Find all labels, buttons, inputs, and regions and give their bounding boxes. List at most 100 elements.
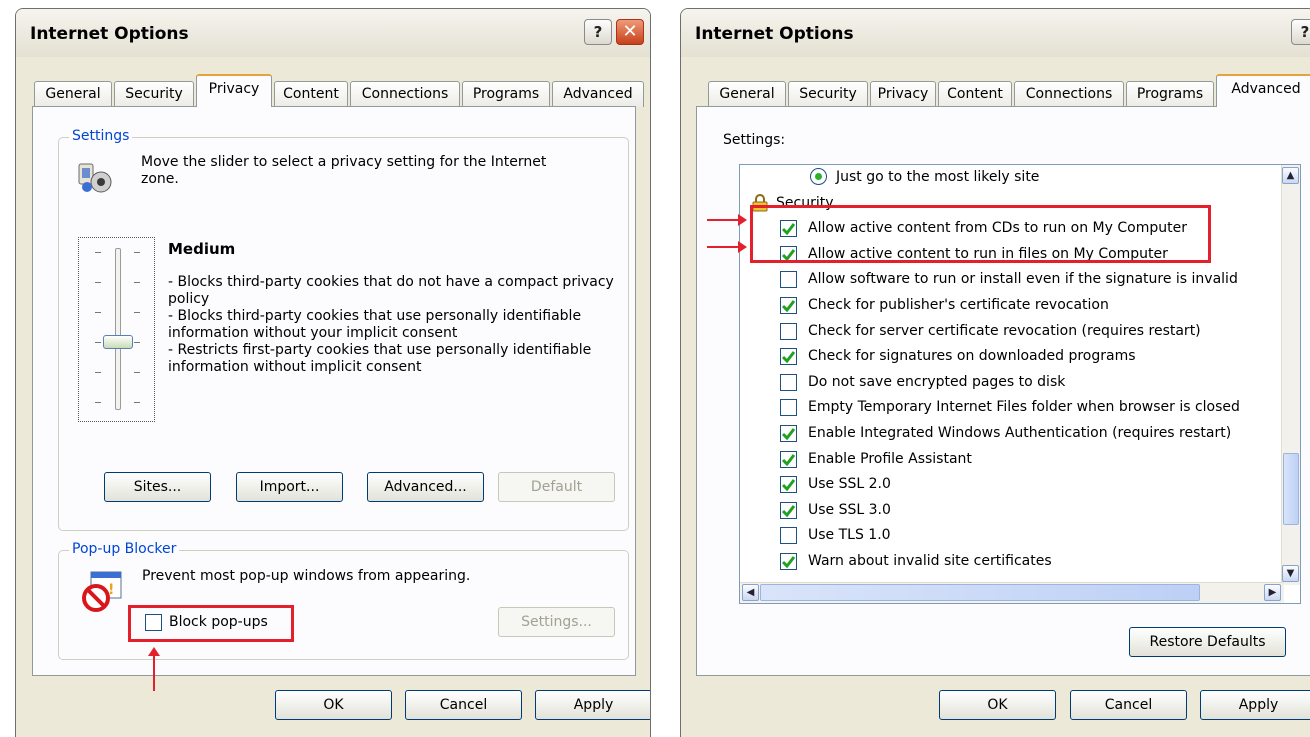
privacy-level-name: Medium bbox=[168, 240, 236, 258]
ok-button[interactable]: OK bbox=[939, 690, 1056, 720]
help-icon: ? bbox=[593, 23, 603, 41]
setting-checkbox[interactable] bbox=[780, 425, 797, 442]
setting-label: Enable Integrated Windows Authentication… bbox=[808, 425, 1232, 441]
scroll-left-icon[interactable]: ◀ bbox=[742, 584, 759, 601]
checkbox-row[interactable]: Enable Profile Assistant bbox=[740, 447, 1268, 472]
import-button[interactable]: Import... bbox=[236, 472, 343, 502]
tab-general[interactable]: General bbox=[34, 81, 112, 107]
setting-checkbox[interactable] bbox=[780, 501, 797, 519]
setting-label: Warn about invalid site certificates bbox=[808, 553, 1052, 569]
sites-button[interactable]: Sites... bbox=[104, 472, 211, 502]
slider-tick bbox=[134, 282, 140, 283]
cancel-button[interactable]: Cancel bbox=[405, 690, 522, 720]
scroll-right-icon[interactable]: ▶ bbox=[1264, 584, 1281, 601]
radio-row[interactable]: Just go to the most likely site bbox=[740, 165, 1268, 190]
highlight-box-active-content bbox=[750, 205, 1211, 263]
restore-defaults-button[interactable]: Restore Defaults bbox=[1129, 627, 1286, 657]
tab-general[interactable]: General bbox=[708, 81, 786, 107]
horizontal-scrollbar[interactable]: ◀ ▶ bbox=[740, 582, 1284, 603]
slider-tick bbox=[95, 282, 101, 283]
popup-settings-button[interactable]: Settings... bbox=[498, 607, 615, 637]
tab-programs[interactable]: Programs bbox=[462, 81, 550, 107]
check-mark-icon bbox=[781, 453, 796, 466]
title-bar: Internet Options ? ✕ bbox=[16, 9, 650, 57]
setting-checkbox[interactable] bbox=[780, 322, 797, 340]
horizontal-scroll-thumb[interactable] bbox=[760, 584, 1200, 601]
tab-programs[interactable]: Programs bbox=[1126, 81, 1214, 107]
tab-content[interactable]: Content bbox=[274, 81, 348, 107]
title-bar: Internet Options ? bbox=[681, 9, 1310, 57]
slider-track bbox=[115, 248, 121, 410]
help-button[interactable]: ? bbox=[584, 19, 612, 45]
setting-checkbox[interactable] bbox=[780, 348, 797, 366]
setting-checkbox[interactable] bbox=[780, 527, 797, 545]
setting-label: Enable Profile Assistant bbox=[808, 450, 972, 467]
popup-blocker-icon: ! bbox=[82, 571, 122, 612]
internet-options-dialog-advanced: Internet Options ? General Security Priv… bbox=[680, 8, 1310, 737]
popup-blocker-legend: Pop-up Blocker bbox=[69, 541, 180, 557]
slider-thumb[interactable] bbox=[103, 335, 133, 349]
tab-security[interactable]: Security bbox=[788, 81, 868, 107]
setting-label: Check for publisher's certificate revoca… bbox=[808, 297, 1109, 313]
setting-label: Use SSL 2.0 bbox=[808, 476, 891, 493]
advanced-tab-panel: Settings: Warn about invalid site certif… bbox=[696, 106, 1310, 676]
checkbox-row[interactable]: Use SSL 3.0 bbox=[740, 498, 1268, 523]
setting-checkbox[interactable] bbox=[780, 450, 797, 468]
scroll-down-icon[interactable]: ▼ bbox=[1282, 565, 1299, 582]
slider-tick bbox=[95, 402, 101, 403]
privacy-tab-panel: Settings Move the slider to select a pri… bbox=[32, 106, 636, 676]
setting-label: Check for server certificate revocation … bbox=[808, 322, 1201, 339]
default-button[interactable]: Default bbox=[498, 472, 615, 502]
checkbox-row[interactable]: Check for signatures on downloaded progr… bbox=[740, 344, 1268, 369]
tab-privacy[interactable]: Privacy bbox=[196, 74, 272, 107]
cancel-button[interactable]: Cancel bbox=[1070, 690, 1187, 720]
check-mark-icon bbox=[781, 504, 796, 518]
check-mark-icon bbox=[781, 351, 796, 364]
apply-button[interactable]: Apply bbox=[1200, 690, 1310, 720]
checkbox-row[interactable]: Check for server certificate revocation … bbox=[740, 319, 1268, 344]
checkbox-row[interactable]: Allow software to run or install even if… bbox=[740, 267, 1268, 292]
setting-checkbox[interactable] bbox=[780, 553, 797, 570]
privacy-icon bbox=[78, 163, 112, 193]
tab-connections[interactable]: Connections bbox=[1014, 81, 1124, 107]
checkbox-row[interactable]: Check for publisher's certificate revoca… bbox=[740, 293, 1268, 318]
tab-connections[interactable]: Connections bbox=[350, 81, 460, 107]
checkbox-row[interactable]: Do not save encrypted pages to disk bbox=[740, 370, 1268, 395]
setting-checkbox[interactable] bbox=[780, 297, 797, 314]
slider-tick bbox=[134, 252, 140, 253]
radio-button[interactable] bbox=[810, 168, 827, 185]
setting-checkbox[interactable] bbox=[780, 399, 797, 417]
setting-checkbox[interactable] bbox=[780, 271, 797, 289]
advanced-button[interactable]: Advanced... bbox=[367, 472, 484, 502]
checkbox-row[interactable]: Use SSL 2.0 bbox=[740, 472, 1268, 497]
tab-privacy[interactable]: Privacy bbox=[870, 81, 936, 107]
setting-label: Use SSL 3.0 bbox=[808, 501, 891, 518]
red-arrow-right-2 bbox=[707, 241, 747, 253]
tab-advanced[interactable]: Advanced bbox=[552, 81, 644, 107]
slider-tick bbox=[95, 312, 101, 313]
checkbox-row[interactable]: Use TLS 1.0 bbox=[740, 523, 1268, 548]
slider-tick bbox=[95, 372, 101, 373]
setting-label: Allow software to run or install even if… bbox=[808, 271, 1238, 288]
help-button[interactable]: ? bbox=[1291, 19, 1310, 45]
checkbox-row[interactable]: Warn about invalid site certificates bbox=[740, 549, 1268, 574]
setting-label: Do not save encrypted pages to disk bbox=[808, 373, 1066, 390]
scroll-up-icon[interactable]: ▲ bbox=[1282, 167, 1299, 184]
close-button[interactable]: ✕ bbox=[616, 19, 644, 45]
vertical-scrollbar[interactable]: ▲ ▼ bbox=[1281, 165, 1300, 585]
apply-button[interactable]: Apply bbox=[535, 690, 650, 720]
checkbox-row[interactable]: Enable Integrated Windows Authentication… bbox=[740, 421, 1268, 446]
check-mark-icon bbox=[781, 479, 796, 492]
vertical-scroll-thumb[interactable] bbox=[1283, 453, 1299, 525]
tab-content[interactable]: Content bbox=[938, 81, 1012, 107]
window-title: Internet Options bbox=[30, 24, 189, 44]
ok-button[interactable]: OK bbox=[275, 690, 392, 720]
setting-checkbox[interactable] bbox=[780, 373, 797, 391]
tab-security[interactable]: Security bbox=[114, 81, 194, 107]
checkbox-row[interactable]: Empty Temporary Internet Files folder wh… bbox=[740, 395, 1268, 420]
setting-checkbox[interactable] bbox=[780, 476, 797, 494]
tab-advanced[interactable]: Advanced bbox=[1216, 74, 1310, 107]
setting-label: Use TLS 1.0 bbox=[808, 527, 891, 544]
privacy-slider[interactable] bbox=[78, 237, 155, 422]
window-title: Internet Options bbox=[695, 24, 854, 44]
